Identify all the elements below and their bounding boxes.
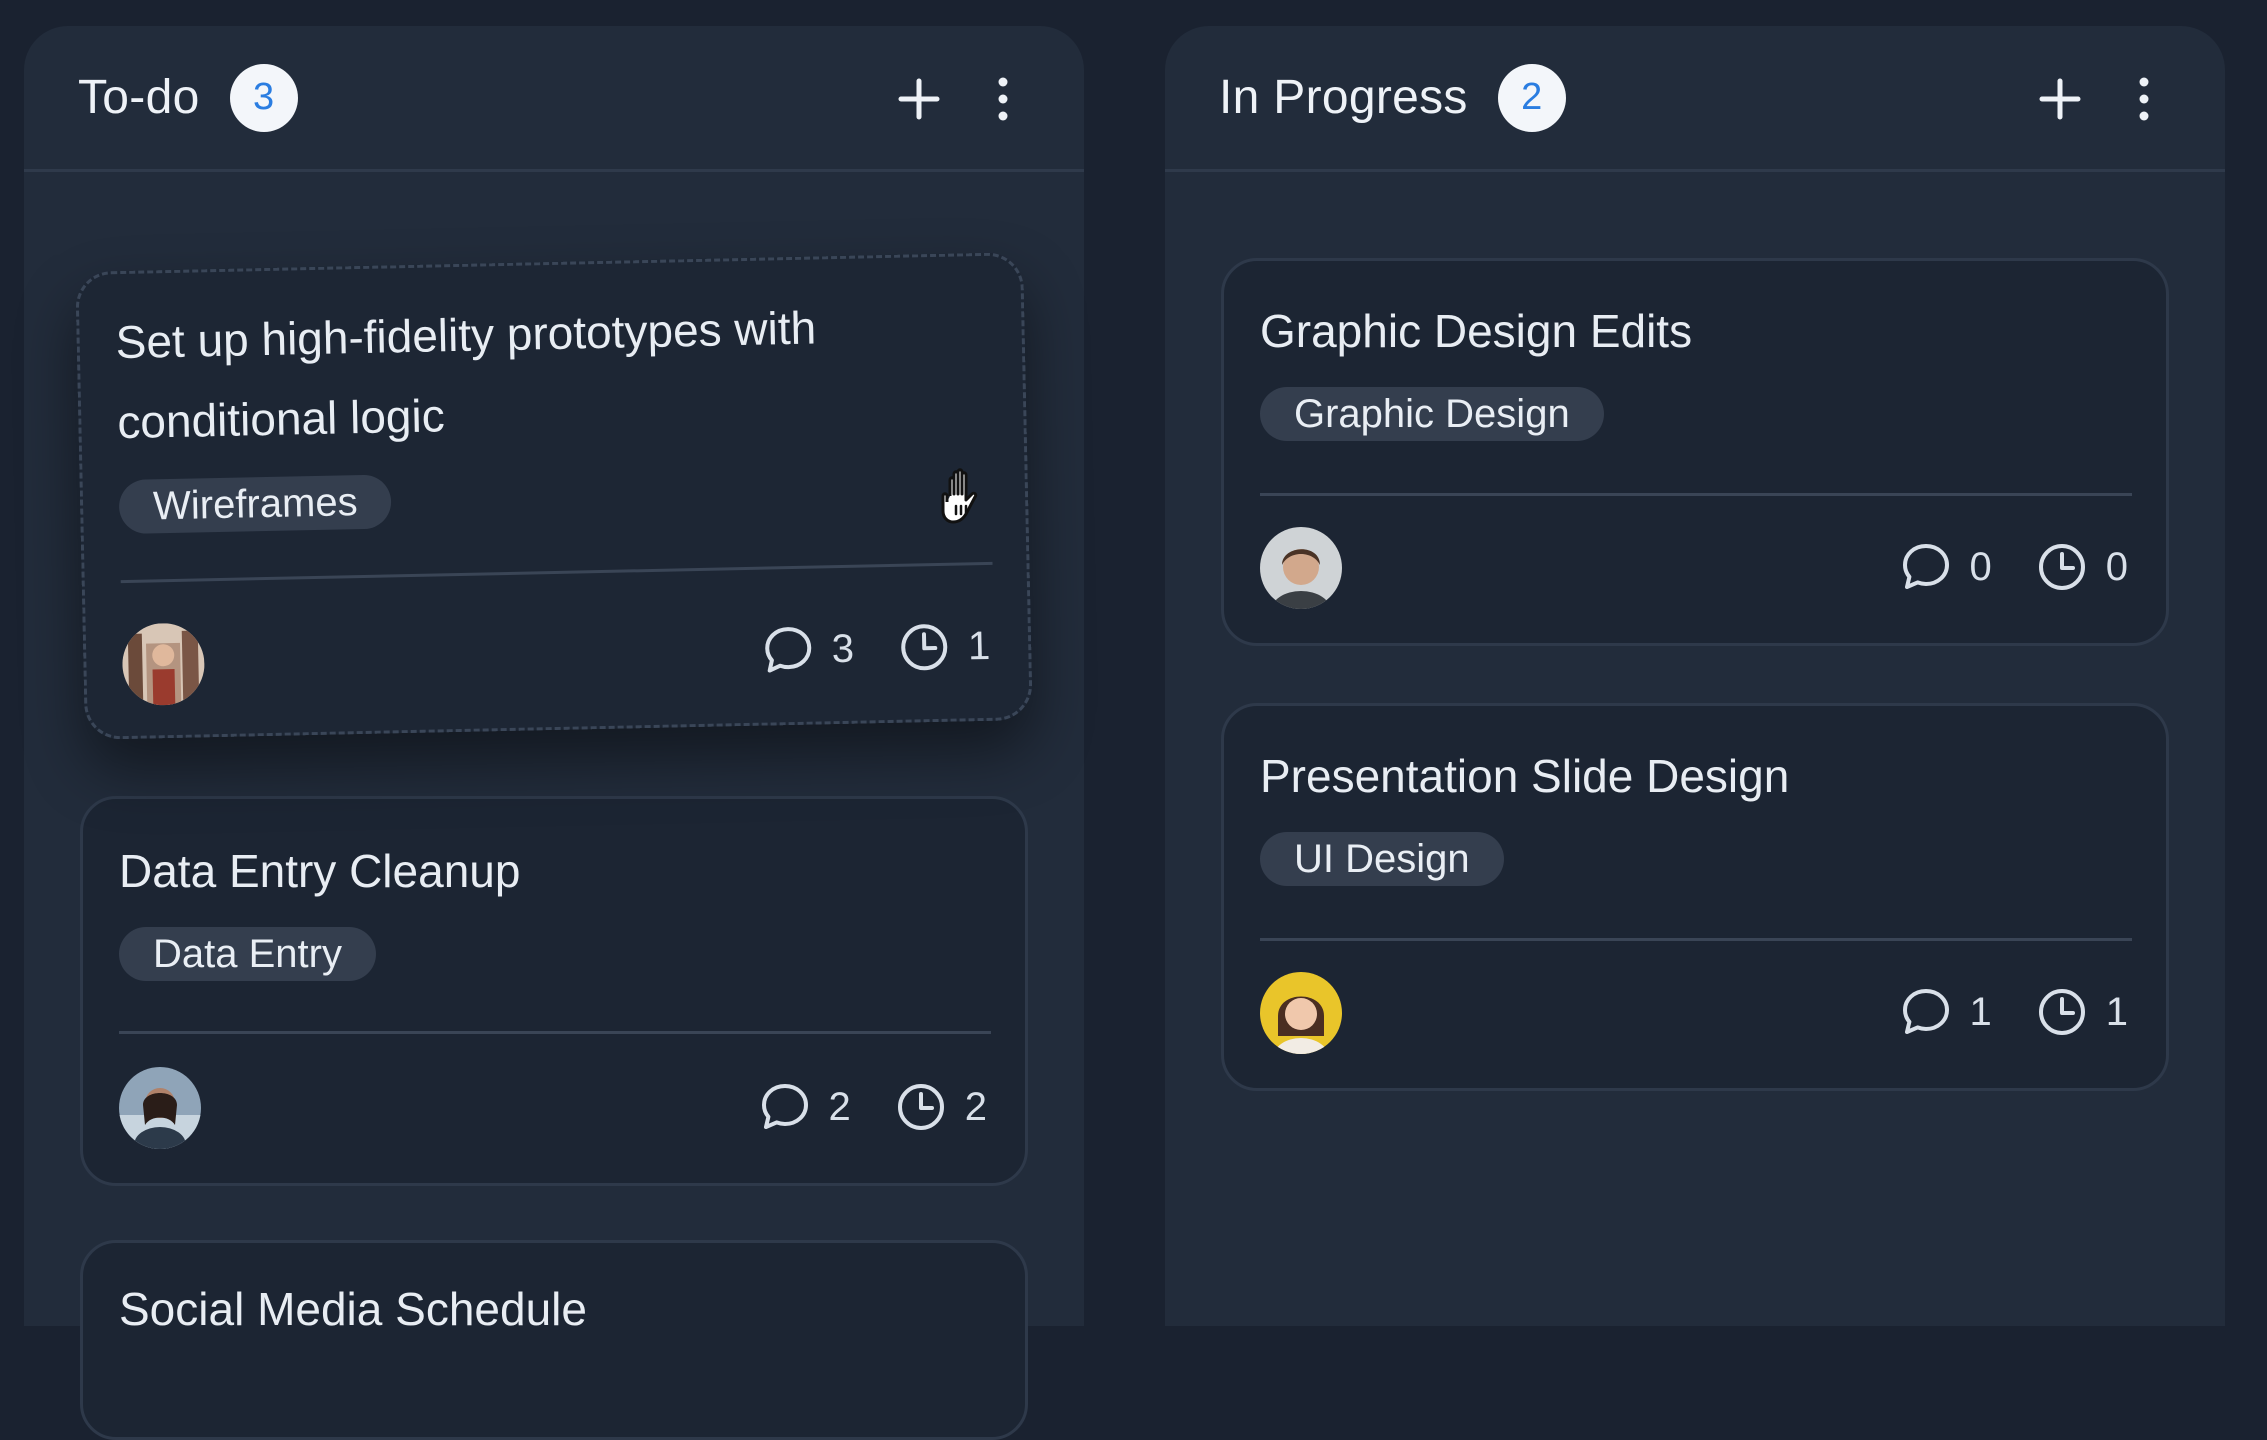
- dragged-task-card[interactable]: Set up high-fidelity prototypes with con…: [75, 252, 1033, 740]
- card-divider: [1260, 938, 2132, 941]
- comment-icon: [1902, 989, 1949, 1034]
- card-tag: Graphic Design: [1260, 387, 1604, 441]
- comment-count: 3: [831, 626, 855, 671]
- card-title-line-2: conditional logic: [116, 389, 446, 449]
- time-count: 1: [2105, 989, 2128, 1034]
- more-vertical-icon: [2139, 77, 2149, 121]
- column-in-progress: In Progress 2: [1165, 26, 2225, 1326]
- time-count: 2: [964, 1084, 987, 1129]
- task-card[interactable]: Data Entry Cleanup Data Entry 2 2: [80, 796, 1028, 1186]
- card-divider: [1260, 493, 2132, 496]
- card-title: Social Media Schedule: [119, 1283, 587, 1335]
- comment-count: 2: [828, 1084, 851, 1129]
- assignee-avatar[interactable]: [1260, 972, 1342, 1054]
- grab-hand-cursor-icon: [936, 466, 996, 535]
- card-divider: [119, 1031, 991, 1034]
- card-tag: UI Design: [1260, 832, 1504, 886]
- plus-icon: [898, 78, 940, 120]
- assignee-avatar[interactable]: [1260, 527, 1342, 609]
- column-menu-button[interactable]: [2119, 74, 2169, 124]
- time-count: 0: [2105, 544, 2128, 589]
- column-title: In Progress: [1219, 71, 1468, 124]
- card-title: Data Entry Cleanup: [119, 845, 521, 897]
- card-meta: 0 0: [1900, 539, 2128, 595]
- card-meta: 3 1: [761, 618, 991, 679]
- task-card[interactable]: Social Media Schedule: [80, 1240, 1028, 1440]
- task-count-badge: 3: [229, 63, 298, 132]
- add-card-button[interactable]: [2035, 74, 2085, 124]
- task-card[interactable]: Presentation Slide Design UI Design 1 1: [1221, 703, 2169, 1091]
- comment-icon: [764, 627, 811, 673]
- comment-count: 0: [1969, 544, 1992, 589]
- task-count-badge: 2: [1497, 63, 1566, 132]
- column-menu-button[interactable]: [978, 74, 1028, 124]
- column-header: In Progress 2: [1165, 26, 2225, 172]
- clock-icon: [2038, 989, 2085, 1035]
- clock-icon: [2038, 544, 2085, 590]
- comment-count: 1: [1969, 989, 1992, 1034]
- card-title-line-1: Set up high-fidelity prototypes with: [115, 301, 817, 369]
- card-tag: Data Entry: [119, 927, 376, 981]
- more-vertical-icon: [998, 77, 1008, 121]
- card-divider: [120, 561, 993, 584]
- card-title: Presentation Slide Design: [1260, 750, 1790, 802]
- assignee-avatar[interactable]: [119, 1067, 201, 1149]
- assignee-avatar[interactable]: [121, 622, 206, 707]
- card-tag: Wireframes: [118, 474, 393, 535]
- clock-icon: [900, 624, 947, 671]
- time-count: 1: [967, 623, 991, 668]
- clock-icon: [897, 1084, 944, 1130]
- comment-icon: [761, 1084, 808, 1129]
- task-card[interactable]: Graphic Design Edits Graphic Design 0 0: [1221, 258, 2169, 646]
- card-meta: 2 2: [759, 1079, 987, 1135]
- column-title: To-do: [78, 71, 200, 124]
- comment-icon: [1902, 544, 1949, 589]
- card-title: Graphic Design Edits: [1260, 305, 1693, 357]
- plus-icon: [2039, 78, 2081, 120]
- card-meta: 1 1: [1900, 984, 2128, 1040]
- add-card-button[interactable]: [894, 74, 944, 124]
- column-header: To-do 3: [24, 26, 1084, 172]
